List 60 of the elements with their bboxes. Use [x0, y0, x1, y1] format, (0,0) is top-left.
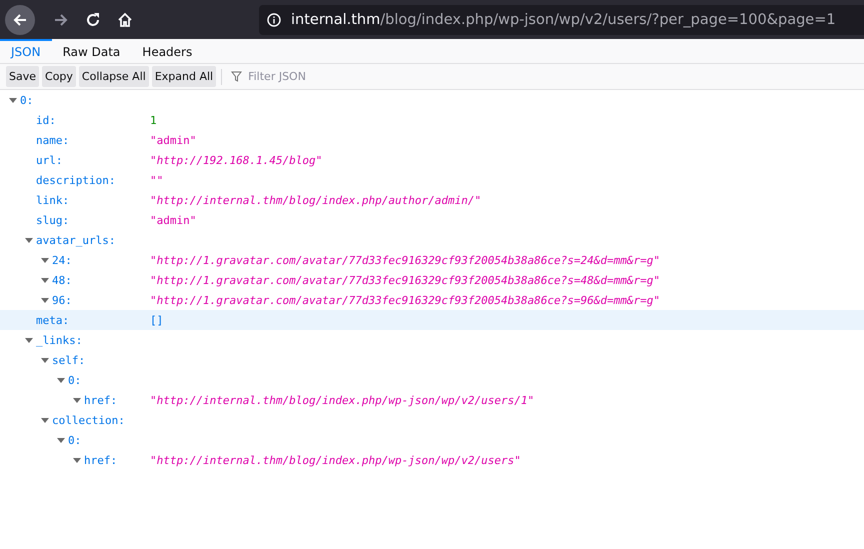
json-key: 0:: [20, 94, 34, 106]
toolbar-button[interactable]: Copy: [42, 66, 76, 87]
json-value: "http://1.gravatar.com/avatar/77d33fec916329cf93f20054b38a86ce?s=24&d=mm&r=g": [150, 254, 660, 266]
url-text: internal.thm/blog/index.php/wp-json/wp/v2/users/?per_page=100&page=1: [291, 12, 836, 28]
json-key: description:: [36, 174, 116, 186]
expand-icon[interactable]: [40, 355, 50, 365]
json-key: _links:: [36, 334, 82, 346]
toolbar-button[interactable]: Collapse All: [78, 66, 149, 87]
expand-icon[interactable]: [40, 275, 50, 285]
json-key: 0:: [68, 374, 82, 386]
json-value: 1: [150, 114, 157, 126]
json-key: 48:: [52, 274, 72, 286]
filter-field[interactable]: Filter JSON: [246, 69, 400, 84]
filter-icon: [231, 71, 242, 82]
expand-icon[interactable]: [40, 295, 50, 305]
json-value: []: [150, 314, 164, 326]
info-icon[interactable]: [267, 12, 281, 26]
home-icon[interactable]: [117, 12, 133, 28]
json-key: id:: [36, 114, 56, 126]
viewer-tab[interactable]: Headers: [131, 39, 204, 63]
expand-icon[interactable]: [8, 95, 18, 105]
viewer-tab[interactable]: Raw Data: [52, 39, 132, 63]
expand-icon[interactable]: [24, 235, 34, 245]
selected-row[interactable]: meta: []: [0, 310, 864, 330]
json-key: meta:: [36, 314, 70, 326]
json-value: "http://1.gravatar.com/avatar/77d33fec916329cf93f20054b38a86ce?s=48&d=mm&r=g": [150, 274, 660, 286]
expand-icon[interactable]: [40, 255, 50, 265]
json-key: collection:: [52, 414, 125, 426]
json-key: url:: [36, 154, 62, 166]
json-key: link:: [36, 194, 70, 206]
json-key: 96:: [52, 294, 72, 306]
forward-icon[interactable]: [53, 12, 69, 28]
expand-icon[interactable]: [56, 375, 66, 385]
expand-icon[interactable]: [56, 435, 66, 445]
back-arrow-icon: [12, 12, 28, 28]
json-key: href:: [84, 394, 118, 406]
toolbar-button[interactable]: Save: [6, 66, 40, 87]
json-value: "admin": [150, 214, 196, 226]
address-bar[interactable]: internal.thm/blog/index.php/wp-json/wp/v2/users/?per_page=100&page=1: [259, 4, 864, 34]
expand-icon[interactable]: [24, 335, 34, 345]
expand-icon[interactable]: [72, 395, 82, 405]
json-key: avatar_urls:: [36, 234, 116, 246]
json-value: "http://internal.thm/blog/index.php/wp-json/wp/v2/users/1": [150, 394, 534, 406]
json-value: "http://1.gravatar.com/avatar/77d33fec916329cf93f20054b38a86ce?s=96&d=mm&r=g": [150, 294, 660, 306]
back-button[interactable]: [5, 4, 35, 34]
json-key: 24:: [52, 254, 72, 266]
json-value: "": [150, 174, 164, 186]
json-key: self:: [52, 354, 86, 366]
json-value: "http://192.168.1.45/blog": [150, 154, 322, 166]
expand-icon[interactable]: [72, 455, 82, 465]
reload-icon[interactable]: [85, 12, 101, 28]
json-key: slug:: [36, 214, 70, 226]
json-value: "http://internal.thm/blog/index.php/wp-json/wp/v2/users": [150, 454, 521, 466]
json-value: "http://internal.thm/blog/index.php/author/admin/": [150, 194, 482, 206]
toolbar-button[interactable]: Expand All: [152, 66, 216, 87]
json-value: "admin": [150, 134, 196, 146]
expand-icon[interactable]: [40, 415, 50, 425]
json-key: 0:: [68, 434, 82, 446]
json-key: name:: [36, 134, 70, 146]
json-key: href:: [84, 454, 118, 466]
